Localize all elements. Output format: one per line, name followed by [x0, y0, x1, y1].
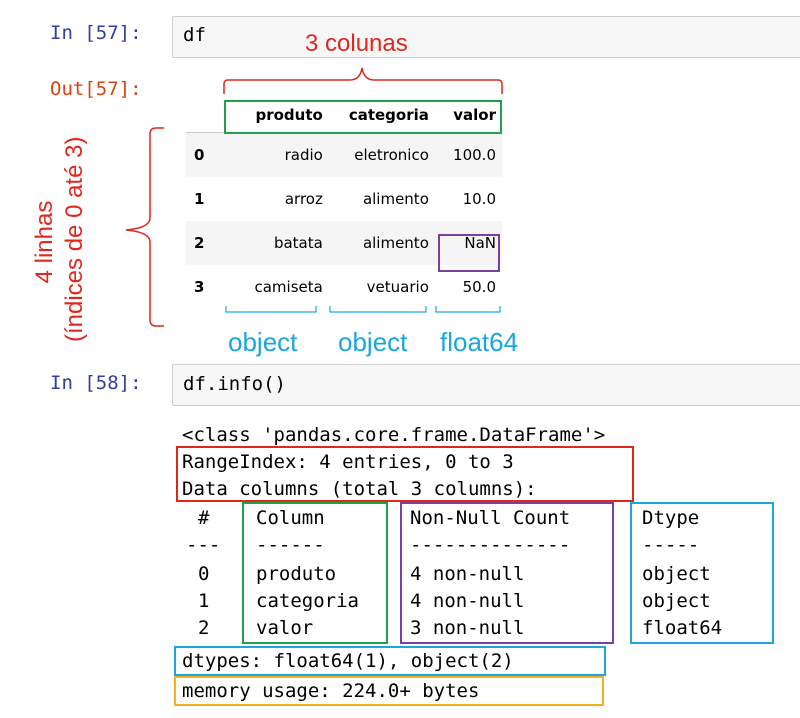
rows-annotation: 4 linhas (índices de 0 até 3) [10, 120, 110, 360]
columns-highlight-box [224, 100, 502, 134]
columns-brace [223, 67, 503, 94]
table-row: 0 radio eletronico 100.0 [186, 132, 502, 177]
cell-produto: radio [284, 146, 323, 164]
table-row: 1 arroz alimento 10.0 [186, 177, 502, 221]
dtype-label-categoria: object [338, 327, 408, 357]
cell-valor: 100.0 [453, 146, 496, 164]
output-row-num: 2 [198, 617, 210, 639]
cell-produto: camiseta [254, 278, 323, 296]
rows-annotation-line1: 4 linhas [31, 200, 58, 284]
dtype-label-valor: float64 [440, 327, 519, 357]
in-prompt-58: In [58]: [50, 372, 142, 394]
row-index: 1 [194, 190, 205, 208]
output-row-num: 0 [198, 563, 210, 585]
code-text-58: df.info() [183, 373, 286, 395]
cell-categoria: alimento [362, 190, 429, 208]
code-text-57: df [183, 24, 206, 46]
column-names-highlight-box [242, 502, 388, 644]
dtype-highlight-box [630, 502, 774, 644]
cell-categoria: eletronico [354, 146, 429, 164]
output-class-line: <class 'pandas.core.frame.DataFrame'> [182, 424, 606, 446]
dtypes-line-highlight-box [174, 646, 606, 676]
range-index-highlight-box [176, 446, 634, 502]
in-prompt-57: In [57]: [50, 22, 142, 44]
cell-produto: arroz [284, 190, 323, 208]
rows-brace [125, 127, 164, 327]
memory-line-highlight-box [174, 676, 604, 706]
output-header-num: # [198, 507, 210, 529]
row-index: 2 [194, 234, 205, 252]
header-index [186, 98, 228, 133]
dtype-label-produto: object [228, 327, 298, 357]
code-cell-58[interactable]: df.info() [172, 364, 800, 406]
rows-annotation-line2: (índices de 0 até 3) [61, 136, 88, 342]
columns-annotation: 3 colunas [305, 30, 408, 57]
nan-highlight-box [438, 234, 500, 272]
out-prompt-57: Out[57]: [50, 78, 142, 100]
code-cell-57[interactable]: df [172, 16, 800, 58]
cell-categoria: vetuario [366, 278, 429, 296]
dtype-brackets [225, 306, 501, 313]
output-sep-num: --- [186, 534, 221, 556]
non-null-highlight-box [400, 502, 614, 644]
cell-valor: 10.0 [462, 190, 496, 208]
row-index: 3 [194, 278, 205, 296]
cell-categoria: alimento [362, 234, 429, 252]
output-row-num: 1 [198, 590, 210, 612]
cell-produto: batata [273, 234, 323, 252]
row-index: 0 [194, 146, 205, 164]
